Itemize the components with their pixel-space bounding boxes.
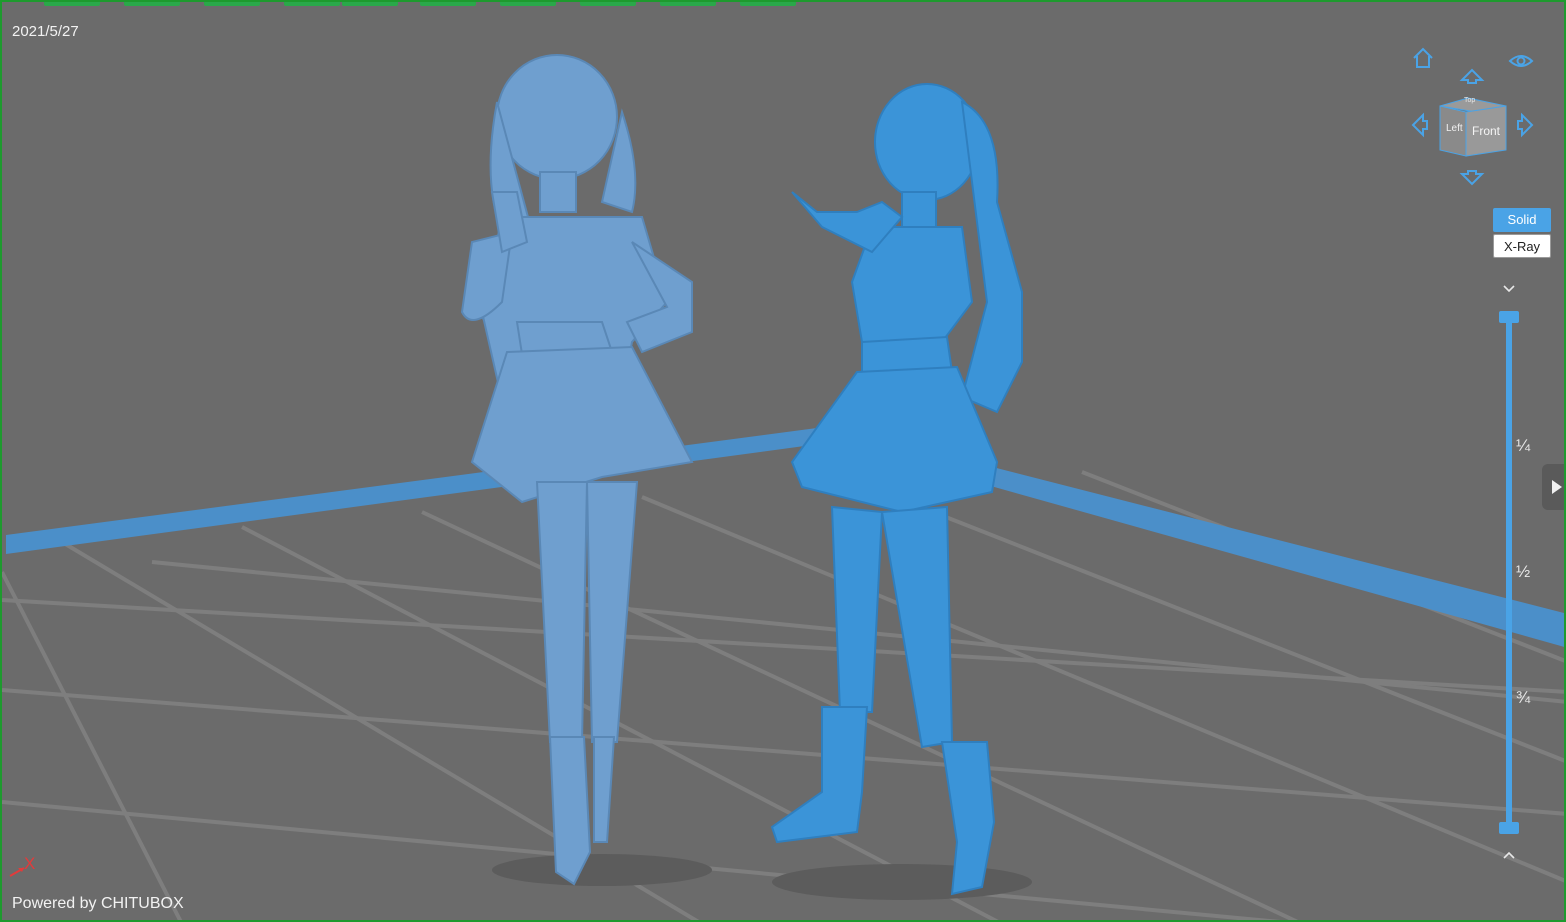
slider-mark-three-quarter: ¾ xyxy=(1516,688,1531,707)
cube-face-front[interactable]: Front xyxy=(1472,124,1500,138)
rotate-right-button[interactable] xyxy=(1512,112,1538,138)
rotate-up-button[interactable] xyxy=(1459,62,1485,88)
powered-by-label: Powered by CHITUBOX xyxy=(12,895,184,912)
xray-mode-button[interactable]: X-Ray xyxy=(1493,234,1551,258)
arrow-left-icon xyxy=(1411,112,1428,138)
layer-slider-track[interactable] xyxy=(1506,316,1512,828)
slider-collapse-button[interactable] xyxy=(1500,282,1518,296)
build-plate-scene xyxy=(2,54,1564,920)
cube-face-left[interactable]: Left xyxy=(1446,123,1463,134)
3d-viewport[interactable]: 2021/5/27 Powered by CHITUBOX X Top Left… xyxy=(0,0,1566,922)
slider-mark-half: ½ xyxy=(1516,562,1531,581)
solid-mode-button[interactable]: Solid xyxy=(1493,208,1551,232)
build-plate-grid xyxy=(2,470,1564,920)
model-figure-right xyxy=(770,83,1023,896)
play-arrow-icon xyxy=(1552,480,1562,494)
cube-face-top[interactable]: Top xyxy=(1464,97,1475,104)
layer-slider-bottom-handle[interactable] xyxy=(1499,822,1519,834)
rotate-down-button[interactable] xyxy=(1459,166,1485,192)
side-panel-toggle[interactable] xyxy=(1542,464,1564,510)
platform-back-edge xyxy=(6,426,834,554)
arrow-up-icon xyxy=(1459,68,1485,84)
slider-expand-button[interactable] xyxy=(1500,848,1518,862)
layer-slider-top-handle[interactable] xyxy=(1499,311,1519,323)
model-figure-left xyxy=(460,54,694,886)
date-label: 2021/5/27 xyxy=(12,23,79,40)
rotate-left-button[interactable] xyxy=(1407,112,1433,138)
axis-x-label: X xyxy=(24,854,36,873)
arrow-right-icon xyxy=(1517,112,1534,138)
axis-indicator: X xyxy=(6,850,46,880)
arrow-down-icon xyxy=(1459,170,1485,186)
home-icon xyxy=(1413,47,1433,68)
chevron-down-icon xyxy=(1503,285,1515,293)
navigation-cube[interactable]: Top Left Front xyxy=(1438,96,1508,158)
chevron-up-icon xyxy=(1503,851,1515,859)
home-view-button[interactable] xyxy=(1410,45,1436,71)
eye-icon xyxy=(1508,55,1534,67)
slider-mark-quarter: ¼ xyxy=(1516,436,1531,455)
view-visibility-button[interactable] xyxy=(1508,48,1534,74)
